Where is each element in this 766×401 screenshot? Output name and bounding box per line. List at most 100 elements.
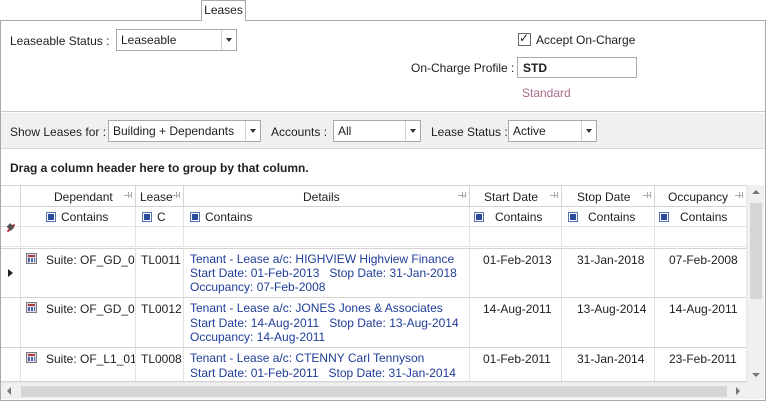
lease-text: TL0012	[141, 302, 182, 316]
table-row-cell-occupancy[interactable]: 07-Feb-2008	[655, 249, 747, 298]
table-row-cell-occupancy[interactable]: 23-Feb-2011	[655, 348, 747, 382]
table-row-cell-details[interactable]: Tenant - Lease a/c: HIGHVIEW Highview Fi…	[184, 249, 470, 298]
details-line: Start Date: 14-Aug-2011 Stop Date: 13-Au…	[190, 316, 459, 330]
filter-value-lease[interactable]	[136, 227, 184, 247]
column-header-start-date[interactable]: Start Date	[470, 185, 562, 207]
table-row-selector[interactable]	[1, 298, 21, 348]
column-header-lease[interactable]: Lease	[136, 185, 184, 207]
pin-icon[interactable]	[172, 192, 180, 199]
column-header-label: Start Date	[484, 190, 539, 204]
current-row-indicator-icon	[8, 269, 13, 277]
table-row-cell-occupancy[interactable]: 14-Aug-2011	[655, 298, 747, 348]
splitter[interactable]	[1, 111, 765, 112]
accounts-value: All	[338, 124, 352, 138]
leaseable-status-select[interactable]: Leaseable	[116, 29, 237, 51]
scroll-down-icon[interactable]	[752, 373, 760, 377]
filter-operator-icon[interactable]	[46, 212, 56, 222]
filter-value-details[interactable]	[184, 227, 470, 247]
filter-operator-icon[interactable]	[568, 212, 578, 222]
details-line: Tenant - Lease a/c: JONES Jones & Associ…	[190, 301, 443, 315]
table-row-cell-lease[interactable]: TL0008	[136, 348, 184, 382]
clear-filter-icon[interactable]	[6, 223, 16, 233]
occupancy-text: 14-Aug-2011	[669, 302, 738, 316]
scroll-right-icon[interactable]	[736, 387, 740, 395]
show-leases-select[interactable]: Building + Dependants	[108, 120, 261, 142]
show-leases-value: Building + Dependants	[113, 124, 235, 138]
table-row-cell-dependant[interactable]: Suite: OF_L1_01	[21, 348, 136, 382]
vertical-scroll-thumb[interactable]	[750, 203, 762, 299]
lease-status-value: Active	[513, 124, 546, 138]
filter-operator-label: Contains	[61, 210, 109, 224]
filter-operator-dependant[interactable]: Contains	[21, 207, 136, 227]
horizontal-scrollbar[interactable]	[1, 382, 746, 399]
dependant-text: Suite: OF_GD_01	[46, 253, 136, 267]
column-header-label: Dependant	[54, 190, 113, 204]
chevron-down-icon[interactable]	[581, 121, 596, 141]
scroll-left-icon[interactable]	[7, 387, 11, 395]
tab-leases[interactable]: Leases	[201, 0, 246, 21]
table-row-cell-details[interactable]: Tenant - Lease a/c: CTENNY Carl Tennyson…	[184, 348, 470, 382]
pin-icon[interactable]	[124, 192, 132, 199]
occupancy-text: 07-Feb-2008	[669, 253, 738, 267]
filter-operator-occupancy[interactable]: Contains	[655, 207, 747, 227]
occupancy-text: 23-Feb-2011	[669, 352, 737, 366]
stop-date-text: 31-Jan-2014	[577, 352, 645, 366]
table-row-cell-start-date[interactable]: 14-Aug-2011	[470, 298, 562, 348]
table-row-cell-dependant[interactable]: Suite: OF_GD_01	[21, 249, 136, 298]
start-date-text: 01-Feb-2013	[483, 253, 552, 267]
chevron-down-icon[interactable]	[405, 121, 420, 141]
start-date-text: 14-Aug-2011	[483, 302, 552, 316]
vertical-scrollbar[interactable]	[746, 185, 764, 382]
leases-grid: Dependant Lease Details Start Date Stop …	[1, 185, 765, 400]
filter-operator-icon[interactable]	[659, 212, 669, 222]
table-row-cell-start-date[interactable]: 01-Feb-2013	[470, 249, 562, 298]
filter-operator-icon[interactable]	[474, 212, 484, 222]
filter-value-stop-date[interactable]	[562, 227, 655, 247]
chevron-down-icon[interactable]	[221, 30, 236, 50]
filter-value-dependant[interactable]	[21, 227, 136, 247]
table-row-cell-lease[interactable]: TL0011	[136, 249, 184, 298]
pin-icon[interactable]	[643, 192, 651, 199]
filter-operator-start-date[interactable]: Contains	[470, 207, 562, 227]
column-header-label: Stop Date	[577, 190, 631, 204]
table-row-selector[interactable]	[1, 348, 21, 382]
chevron-down-icon[interactable]	[245, 121, 260, 141]
pin-icon[interactable]	[550, 192, 558, 199]
table-row-cell-lease[interactable]: TL0012	[136, 298, 184, 348]
filter-operator-label: Contains	[495, 210, 543, 224]
column-header-details[interactable]: Details	[184, 185, 470, 207]
building-icon	[26, 302, 37, 313]
start-date-text: 01-Feb-2011	[483, 352, 551, 366]
lease-text: TL0008	[141, 352, 182, 366]
filter-operator-details[interactable]: Contains	[184, 207, 470, 227]
column-header-occupancy[interactable]: Occupancy	[655, 185, 747, 207]
table-row-cell-stop-date[interactable]: 31-Jan-2014	[562, 348, 655, 382]
oncharge-profile-input[interactable]: STD	[517, 57, 637, 78]
filter-operator-stop-date[interactable]: Contains	[562, 207, 655, 227]
scroll-up-icon[interactable]	[752, 190, 760, 194]
column-header-stop-date[interactable]: Stop Date	[562, 185, 655, 207]
column-header-dependant[interactable]: Dependant	[21, 185, 136, 207]
column-header-label: Occupancy	[668, 190, 729, 204]
filter-operator-icon[interactable]	[142, 212, 152, 222]
accounts-select[interactable]: All	[333, 120, 421, 142]
table-row-cell-dependant[interactable]: Suite: OF_GD_02	[21, 298, 136, 348]
table-row-cell-details[interactable]: Tenant - Lease a/c: JONES Jones & Associ…	[184, 298, 470, 348]
filter-value-occupancy[interactable]	[655, 227, 747, 247]
lease-text: TL0011	[141, 253, 181, 267]
accept-oncharge-checkbox[interactable]: ✓	[518, 31, 531, 46]
horizontal-scroll-thumb[interactable]	[21, 386, 727, 397]
table-row-cell-stop-date[interactable]: 13-Aug-2014	[562, 298, 655, 348]
table-row-cell-stop-date[interactable]: 31-Jan-2018	[562, 249, 655, 298]
lease-status-select[interactable]: Active	[508, 120, 597, 142]
filter-value-start-date[interactable]	[470, 227, 562, 247]
details-line: Tenant - Lease a/c: CTENNY Carl Tennyson	[190, 351, 425, 365]
table-row-cell-start-date[interactable]: 01-Feb-2011	[470, 348, 562, 382]
pin-icon[interactable]	[735, 192, 743, 199]
filter-operator-label: C	[157, 210, 166, 224]
details-line: Start Date: 01-Feb-2013 Stop Date: 31-Ja…	[190, 266, 457, 280]
filter-operator-lease[interactable]: C	[136, 207, 184, 227]
filter-operator-icon[interactable]	[190, 212, 200, 222]
row-header-corner	[1, 185, 21, 207]
pin-icon[interactable]	[458, 192, 466, 199]
